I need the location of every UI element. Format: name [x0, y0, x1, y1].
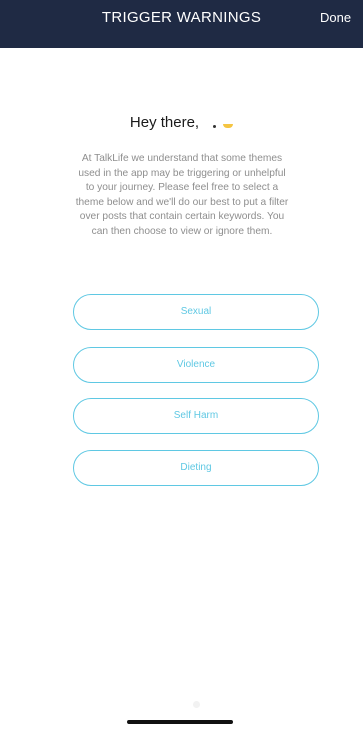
home-indicator	[127, 720, 233, 724]
trigger-warnings-screen: TRIGGER WARNINGS Done Hey there, At Talk…	[0, 0, 363, 756]
page-indicator-dot	[193, 701, 200, 708]
intro-text: At TalkLife we understand that some them…	[75, 153, 289, 237]
nav-bar: TRIGGER WARNINGS Done	[0, 0, 363, 48]
theme-button-dieting[interactable]: Dieting	[73, 450, 319, 486]
theme-button-self-harm[interactable]: Self Harm	[73, 398, 319, 434]
page-title: TRIGGER WARNINGS	[101, 9, 262, 26]
greeting-row: Hey there,	[0, 114, 363, 132]
content-area: Hey there, At TalkLife we understand tha…	[0, 48, 363, 756]
done-button[interactable]: Done	[320, 0, 351, 36]
theme-button-violence[interactable]: Violence	[73, 347, 319, 383]
greeting-text: Hey there,	[129, 114, 200, 131]
theme-button-sexual[interactable]: Sexual	[73, 294, 319, 330]
smile-emoji-icon	[213, 122, 234, 128]
